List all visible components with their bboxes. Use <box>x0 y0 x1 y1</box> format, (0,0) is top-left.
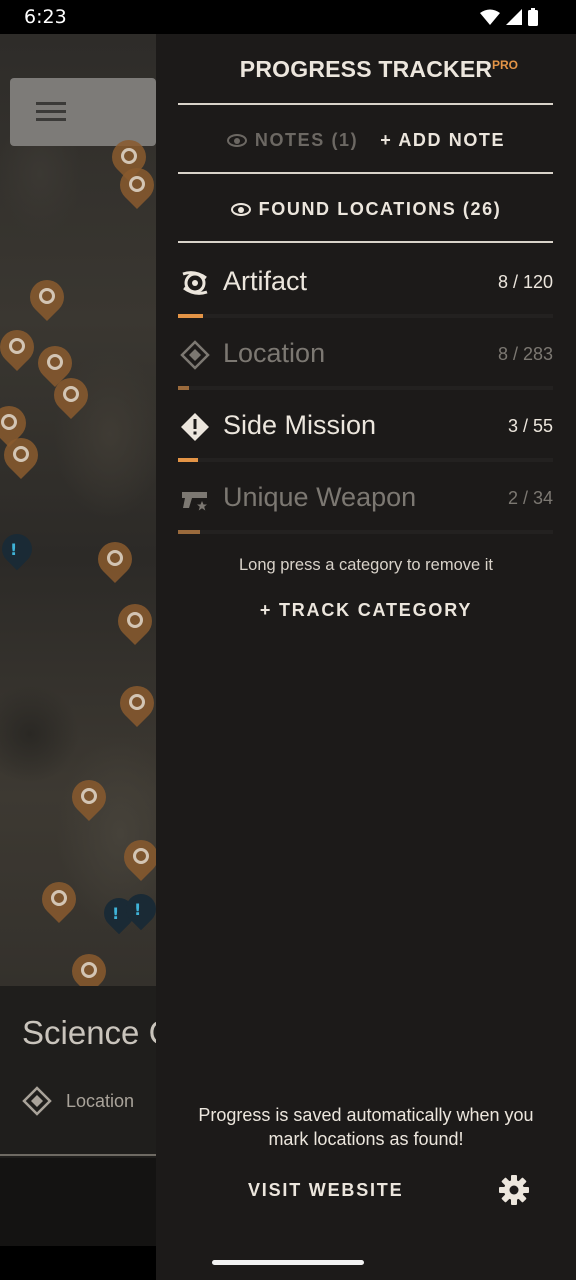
map-artifact-pin[interactable] <box>34 874 84 924</box>
location-type: Location <box>22 1086 134 1116</box>
status-icons <box>480 8 538 26</box>
notes-label: NOTES (1) <box>254 129 359 150</box>
unique-weapon-icon <box>182 492 207 511</box>
home-indicator[interactable] <box>212 1260 364 1265</box>
pro-badge: PRO <box>492 58 519 72</box>
map-view[interactable]: ! ! ! <box>0 34 156 986</box>
progress-fill <box>178 314 203 318</box>
category-side-mission[interactable]: Side Mission 3 / 55 <box>178 406 553 478</box>
category-name: Location <box>223 338 326 368</box>
category-artifact[interactable]: Artifact 8 / 120 <box>178 262 553 334</box>
found-locations-label: FOUND LOCATIONS (26) <box>258 198 502 219</box>
drawer-header: PROGRESS TRACKER PRO <box>156 56 576 83</box>
found-locations-button[interactable]: FOUND LOCATIONS (26) <box>230 198 502 220</box>
found-locations-row: FOUND LOCATIONS (26) <box>156 193 576 225</box>
drawer-title: PROGRESS TRACKER <box>239 56 493 82</box>
category-progress-bar <box>178 458 553 462</box>
artifact-icon <box>182 271 208 295</box>
location-diamond-icon <box>22 1086 52 1116</box>
notes-toggle-button[interactable]: NOTES (1) <box>226 129 359 151</box>
eye-icon <box>226 133 247 147</box>
location-bottom-sheet[interactable]: Science C Location <box>0 986 156 1246</box>
category-progress-bar <box>178 314 553 318</box>
map-artifact-pin[interactable] <box>116 832 156 882</box>
sheet-lower-area <box>0 1158 156 1246</box>
category-count: 8 / 120 <box>497 272 553 292</box>
hamburger-icon <box>36 102 66 122</box>
gear-icon[interactable] <box>498 1174 530 1206</box>
status-time: 6:23 <box>24 6 67 28</box>
battery-icon <box>528 8 538 26</box>
map-artifact-pin[interactable] <box>0 430 46 480</box>
wifi-icon <box>480 9 500 25</box>
divider <box>178 172 553 174</box>
autosave-note: Progress is saved automatically when you… <box>198 1105 534 1149</box>
map-artifact-pin[interactable] <box>110 596 156 646</box>
notes-row: NOTES (1) + ADD NOTE <box>156 124 576 156</box>
side-mission-icon <box>181 413 209 441</box>
category-name: Artifact <box>223 266 308 296</box>
category-progress-bar <box>178 530 553 534</box>
category-location[interactable]: Location 8 / 283 <box>178 334 553 406</box>
divider <box>178 241 553 243</box>
category-name: Side Mission <box>223 410 377 440</box>
progress-fill <box>178 530 200 534</box>
map-artifact-pin[interactable] <box>0 322 42 372</box>
category-name: Unique Weapon <box>223 482 417 512</box>
map-side-mission-pin[interactable]: ! <box>0 527 39 572</box>
map-menu-button[interactable] <box>10 78 156 146</box>
track-category-button[interactable]: + TRACK CATEGORY <box>156 600 576 621</box>
map-artifact-pin[interactable] <box>64 772 114 822</box>
remove-hint: Long press a category to remove it <box>238 556 494 574</box>
map-artifact-pin[interactable] <box>112 160 156 210</box>
location-title: Science C <box>22 1014 156 1051</box>
signal-icon <box>506 9 522 25</box>
category-count: 3 / 55 <box>507 416 553 436</box>
sheet-divider <box>0 1154 156 1156</box>
map-artifact-pin[interactable] <box>90 534 140 584</box>
map-artifact-pin[interactable] <box>64 946 114 986</box>
map-artifact-pin[interactable] <box>46 370 96 420</box>
visit-website-button[interactable]: VISIT WEBSITE <box>248 1180 403 1201</box>
eye-icon <box>230 202 251 216</box>
add-note-button[interactable]: + ADD NOTE <box>380 130 505 151</box>
category-count: 2 / 34 <box>507 488 553 508</box>
progress-fill <box>178 386 189 390</box>
category-progress-bar <box>178 386 553 390</box>
map-side-mission-pin[interactable]: ! <box>119 887 156 932</box>
divider <box>178 103 553 105</box>
location-type-label: Location <box>66 1090 135 1111</box>
map-artifact-pin[interactable] <box>112 678 156 728</box>
category-unique-weapon[interactable]: Unique Weapon 2 / 34 <box>178 478 553 550</box>
map-artifact-pin[interactable] <box>22 272 72 322</box>
progress-tracker-drawer: PROGRESS TRACKER PRO NOTES (1) + ADD NOT… <box>156 0 576 1280</box>
status-bar: 6:23 <box>0 0 576 34</box>
progress-fill <box>178 458 198 462</box>
category-count: 8 / 283 <box>497 344 553 364</box>
location-diamond-icon <box>180 340 210 370</box>
